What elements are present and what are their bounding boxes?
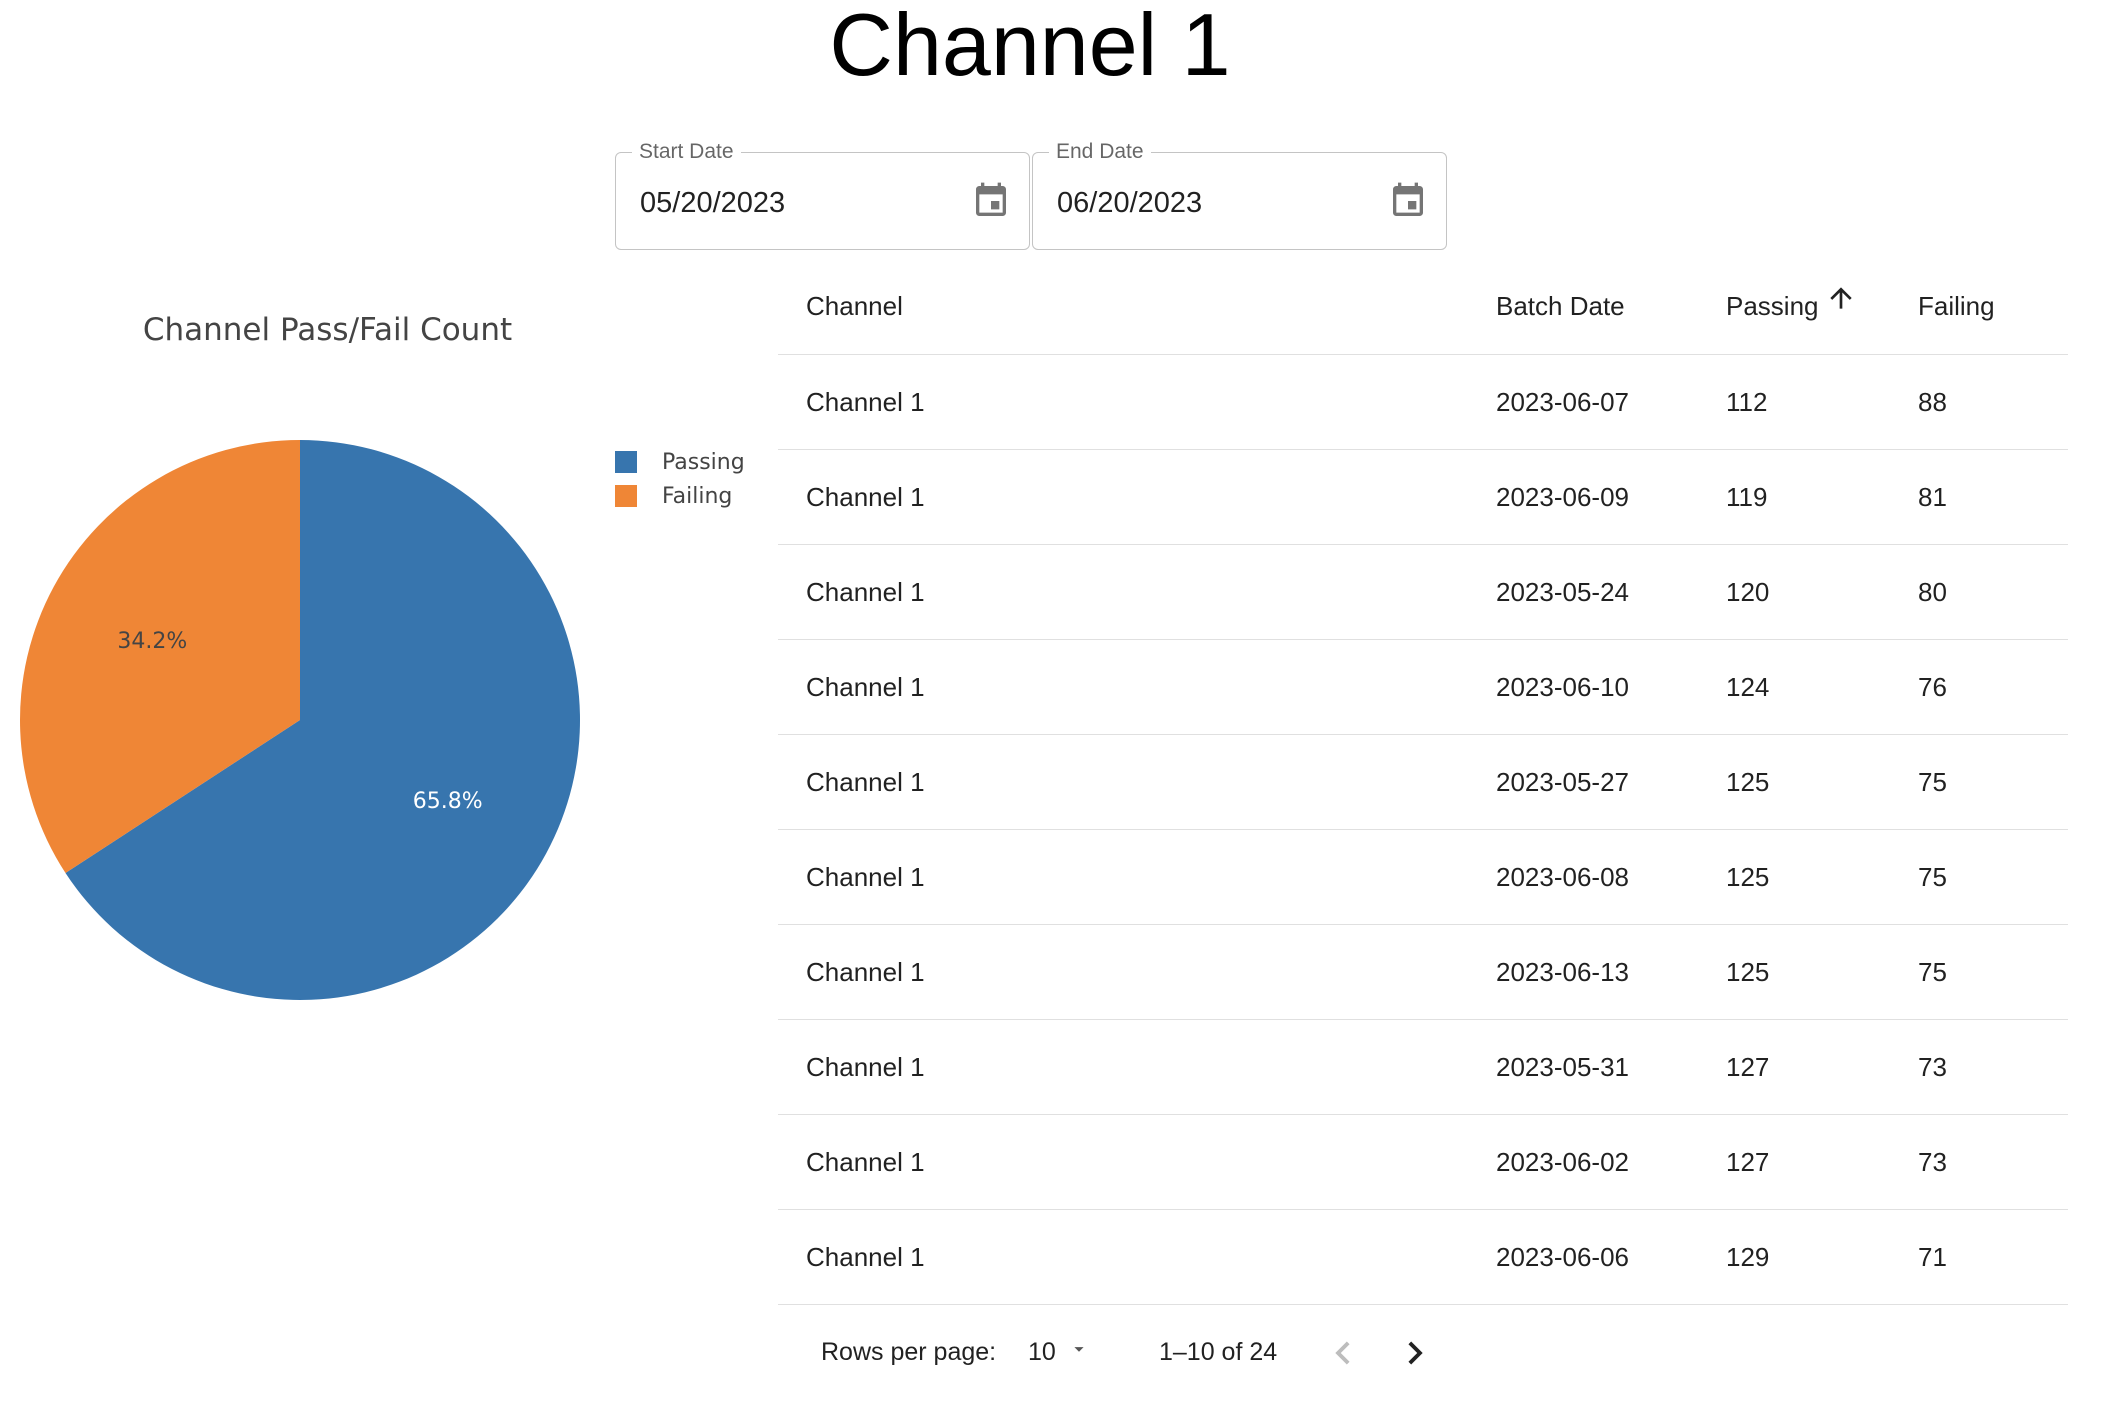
- legend-swatch-failing: [615, 485, 637, 507]
- page-title: Channel 1: [829, 0, 1231, 94]
- cell-channel: Channel 1: [806, 1242, 925, 1272]
- dropdown-arrow-icon: [1068, 1338, 1090, 1367]
- cell-batch-date: 2023-05-31: [1496, 1052, 1629, 1082]
- cell-passing: 127: [1726, 1052, 1770, 1082]
- cell-batch-date: 2023-06-13: [1496, 957, 1629, 987]
- table-row[interactable]: Channel 1 2023-06-07 112 88: [778, 355, 2068, 450]
- table-row[interactable]: Channel 1 2023-05-27 125 75: [778, 735, 2068, 830]
- legend-item-passing[interactable]: Passing: [615, 445, 745, 479]
- cell-channel: Channel 1: [806, 1052, 925, 1082]
- pie-chart: 65.8% 34.2%: [19, 440, 581, 1000]
- pagination: Rows per page: 10 1–10 of 24: [778, 1305, 2068, 1400]
- pie-label-failing: 34.2%: [117, 629, 187, 654]
- cell-failing: 73: [1918, 1147, 1947, 1177]
- cell-batch-date: 2023-06-08: [1496, 862, 1629, 892]
- page: Channel 1 Start Date 05/20/2023 End Date…: [0, 0, 2102, 1402]
- cell-passing: 120: [1726, 577, 1770, 607]
- previous-page-button[interactable]: [1320, 1330, 1366, 1376]
- legend-item-failing[interactable]: Failing: [615, 479, 745, 513]
- cell-passing: 125: [1726, 957, 1770, 987]
- calendar-icon[interactable]: [1388, 181, 1428, 221]
- end-date-field[interactable]: End Date 06/20/2023: [1032, 139, 1447, 250]
- pagination-range: 1–10 of 24: [1159, 1338, 1278, 1366]
- data-table: Channel Batch Date Passing Failing Chann…: [778, 258, 2068, 1400]
- cell-channel: Channel 1: [806, 767, 925, 797]
- start-date-label: Start Date: [632, 139, 741, 165]
- table-header: Channel Batch Date Passing Failing: [778, 258, 2068, 355]
- cell-batch-date: 2023-06-02: [1496, 1147, 1629, 1177]
- cell-channel: Channel 1: [806, 1147, 925, 1177]
- chevron-left-icon: [1335, 1341, 1350, 1365]
- cell-channel: Channel 1: [806, 862, 925, 892]
- start-date-field[interactable]: Start Date 05/20/2023: [615, 139, 1030, 250]
- end-date-label: End Date: [1049, 139, 1151, 165]
- table-row[interactable]: Channel 1 2023-06-08 125 75: [778, 830, 2068, 925]
- cell-batch-date: 2023-05-27: [1496, 767, 1629, 797]
- cell-passing: 125: [1726, 862, 1770, 892]
- rows-per-page-value: 10: [1028, 1337, 1056, 1366]
- legend-label-failing: Failing: [662, 483, 733, 509]
- cell-failing: 75: [1918, 767, 1947, 797]
- cell-passing: 129: [1726, 1242, 1770, 1272]
- legend-label-passing: Passing: [662, 449, 745, 475]
- column-header-passing[interactable]: Passing: [1726, 258, 1857, 354]
- cell-failing: 88: [1918, 387, 1947, 417]
- column-header-batch-date[interactable]: Batch Date: [1496, 258, 1625, 354]
- cell-batch-date: 2023-06-06: [1496, 1242, 1629, 1272]
- table-row[interactable]: Channel 1 2023-05-24 120 80: [778, 545, 2068, 640]
- chevron-right-icon: [1408, 1341, 1423, 1365]
- arrow-up-icon[interactable]: [1825, 257, 1857, 353]
- table-body: Channel 1 2023-06-07 112 88 Channel 1 2023-06…: [778, 355, 2068, 1305]
- table-row[interactable]: Channel 1 2023-05-31 127 73: [778, 1020, 2068, 1115]
- table-row[interactable]: Channel 1 2023-06-10 124 76: [778, 640, 2068, 735]
- legend-swatch-passing: [615, 451, 637, 473]
- table-row[interactable]: Channel 1 2023-06-13 125 75: [778, 925, 2068, 1020]
- cell-failing: 73: [1918, 1052, 1947, 1082]
- cell-batch-date: 2023-05-24: [1496, 577, 1629, 607]
- column-header-failing[interactable]: Failing: [1918, 258, 1995, 354]
- cell-passing: 112: [1726, 387, 1768, 417]
- cell-failing: 76: [1918, 672, 1947, 702]
- chart-legend: Passing Failing: [615, 445, 745, 513]
- cell-failing: 80: [1918, 577, 1947, 607]
- start-date-value[interactable]: 05/20/2023: [640, 186, 785, 220]
- pie-label-passing: 65.8%: [413, 789, 483, 814]
- cell-passing: 124: [1726, 672, 1770, 702]
- cell-channel: Channel 1: [806, 577, 925, 607]
- cell-failing: 75: [1918, 957, 1947, 987]
- cell-failing: 81: [1918, 482, 1947, 512]
- cell-failing: 75: [1918, 862, 1947, 892]
- cell-batch-date: 2023-06-09: [1496, 482, 1629, 512]
- table-row[interactable]: Channel 1 2023-06-06 129 71: [778, 1210, 2068, 1305]
- next-page-button[interactable]: [1392, 1330, 1438, 1376]
- cell-batch-date: 2023-06-10: [1496, 672, 1629, 702]
- cell-failing: 71: [1918, 1242, 1947, 1272]
- column-header-channel[interactable]: Channel: [806, 258, 903, 354]
- cell-channel: Channel 1: [806, 957, 925, 987]
- cell-passing: 127: [1726, 1147, 1770, 1177]
- cell-channel: Channel 1: [806, 482, 925, 512]
- end-date-value[interactable]: 06/20/2023: [1057, 186, 1202, 220]
- cell-channel: Channel 1: [806, 387, 925, 417]
- chart-title: Channel Pass/Fail Count: [142, 312, 513, 348]
- cell-channel: Channel 1: [806, 672, 925, 702]
- cell-batch-date: 2023-06-07: [1496, 387, 1629, 417]
- calendar-icon[interactable]: [971, 181, 1011, 221]
- table-row[interactable]: Channel 1 2023-06-09 119 81: [778, 450, 2068, 545]
- rows-per-page-select[interactable]: 10: [1028, 1327, 1090, 1377]
- cell-passing: 119: [1726, 482, 1768, 512]
- table-row[interactable]: Channel 1 2023-06-02 127 73: [778, 1115, 2068, 1210]
- rows-per-page-label: Rows per page:: [821, 1338, 997, 1366]
- cell-passing: 125: [1726, 767, 1770, 797]
